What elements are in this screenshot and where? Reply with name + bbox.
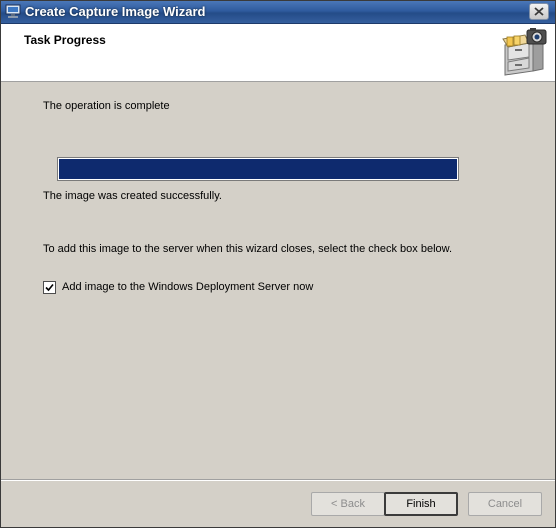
finish-button[interactable]: Finish: [384, 492, 458, 516]
checkmark-icon: [45, 283, 54, 292]
add-image-checkbox-label[interactable]: Add image to the Windows Deployment Serv…: [62, 281, 313, 293]
wizard-header: Task Progress: [1, 24, 555, 82]
wizard-window: Create Capture Image Wizard Task Progres…: [0, 0, 556, 528]
page-title: Task Progress: [24, 33, 106, 47]
add-image-checkbox[interactable]: [43, 281, 56, 294]
app-icon: [5, 4, 21, 19]
window-title: Create Capture Image Wizard: [25, 4, 206, 19]
cancel-button[interactable]: Cancel: [468, 492, 542, 516]
status-text: The operation is complete: [43, 100, 170, 112]
file-cabinet-camera-icon: [499, 27, 549, 77]
footer-divider: [1, 479, 555, 481]
progress-fill: [59, 159, 457, 179]
result-text: The image was created successfully.: [43, 190, 222, 202]
back-button[interactable]: < Back: [311, 492, 385, 516]
instruction-text: To add this image to the server when thi…: [43, 243, 453, 255]
close-button[interactable]: [529, 3, 549, 20]
title-bar[interactable]: Create Capture Image Wizard: [1, 1, 555, 24]
progress-bar: [57, 157, 459, 181]
close-icon: [534, 7, 544, 16]
